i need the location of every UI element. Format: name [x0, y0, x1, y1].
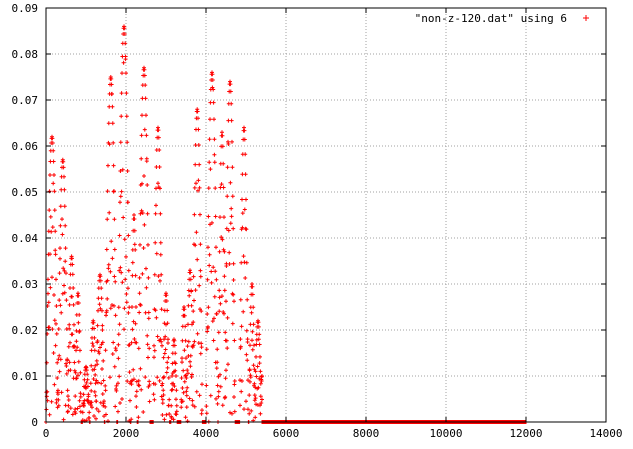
y-tick-label: 0.04 [12, 232, 39, 245]
x-tick-label: 0 [43, 427, 50, 440]
legend: "non-z-120.dat" using 6 [415, 12, 589, 25]
y-tick-label: 0.02 [12, 324, 39, 337]
legend-marker [583, 15, 589, 21]
plot: 0 2000 4000 6000 8000 10000 12000 14000 0 0.01 0.0… [12, 2, 623, 440]
x-tick-label: 6000 [273, 427, 300, 440]
series-points [44, 24, 264, 424]
y-tick-label: 0 [31, 416, 38, 429]
y-tick-label: 0.08 [12, 48, 39, 61]
plot-frame [45, 7, 607, 423]
y-tick-label: 0.09 [12, 2, 39, 15]
y-tick-label: 0.01 [12, 370, 39, 383]
y-tick-label: 0.05 [12, 186, 39, 199]
x-tick-label: 14000 [589, 427, 622, 440]
y-tick-label: 0.07 [12, 94, 39, 107]
y-tick-label: 0.03 [12, 278, 39, 291]
legend-plus-marker [583, 15, 589, 21]
ticks: 0 2000 4000 6000 8000 10000 12000 14000 0 0.01 0.0… [12, 2, 623, 440]
x-tick-label: 4000 [193, 427, 220, 440]
y-tick-label: 0.06 [12, 140, 39, 153]
x-tick-label: 2000 [113, 427, 140, 440]
grid-lines [46, 8, 606, 422]
x-tick-label: 10000 [429, 427, 462, 440]
legend-label: "non-z-120.dat" using 6 [415, 12, 567, 25]
x-tick-label: 12000 [509, 427, 542, 440]
x-tick-label: 8000 [353, 427, 380, 440]
